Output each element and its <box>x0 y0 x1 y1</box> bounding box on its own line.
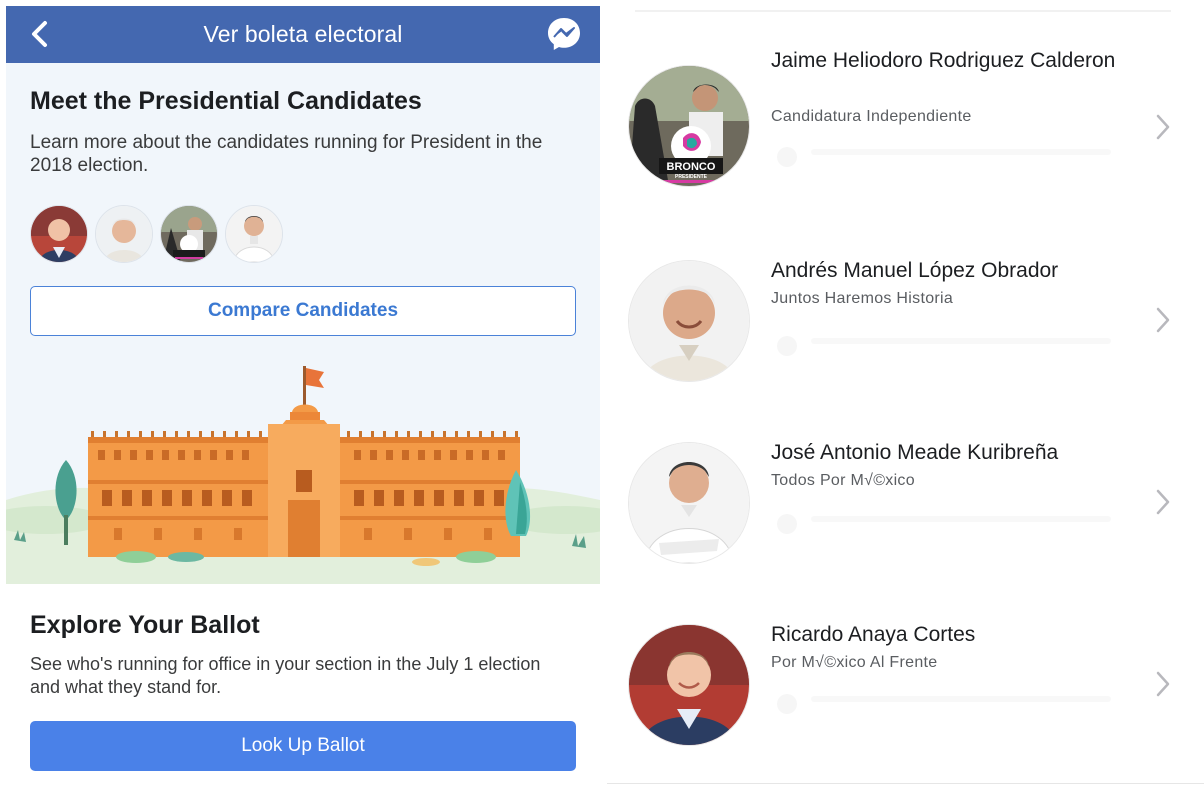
avatar[interactable] <box>160 205 218 263</box>
meet-candidates-card: Meet the Presidential Candidates Learn m… <box>6 63 600 584</box>
candidate-party: Candidatura Independiente <box>771 108 972 125</box>
candidate-avatar-row <box>30 205 283 263</box>
candidate-name: Andrés Manuel López Obrador <box>771 259 1059 282</box>
candidate-photo <box>628 260 750 382</box>
blurred-info-row <box>777 514 1111 534</box>
chevron-right-icon[interactable] <box>1155 306 1171 334</box>
blurred-info-row <box>777 694 1111 714</box>
bronco-logo-subtext: PRESIDENTE <box>675 174 708 180</box>
candidate-row[interactable]: BRONCO PRESIDENTE Jaime Heliodoro Rodrig… <box>607 45 1204 215</box>
candidate-row[interactable]: Andrés Manuel López Obrador Juntos Harem… <box>607 248 1204 418</box>
top-navigation-bar: Ver boleta electoral <box>6 6 600 63</box>
meet-candidates-description: Learn more about the candidates running … <box>30 132 543 176</box>
avatar[interactable] <box>225 205 283 263</box>
page-title: Ver boleta electoral <box>203 21 403 47</box>
candidate-row[interactable]: Ricardo Anaya Cortes Por M√©xico Al Fren… <box>607 612 1204 782</box>
candidate-photo <box>628 624 750 746</box>
candidate-list-panel: BRONCO PRESIDENTE Jaime Heliodoro Rodrig… <box>607 0 1204 793</box>
compare-candidates-button[interactable]: Compare Candidates <box>30 286 576 336</box>
candidate-party: Todos Por M√©xico <box>771 472 915 489</box>
bottom-divider <box>607 783 1204 784</box>
candidate-row[interactable]: José Antonio Meade Kuribreña Todos Por M… <box>607 430 1204 600</box>
avatar[interactable] <box>30 205 88 263</box>
candidate-name: José Antonio Meade Kuribreña <box>771 441 1059 464</box>
candidate-photo: BRONCO PRESIDENTE <box>628 65 750 187</box>
candidate-name: Ricardo Anaya Cortes <box>771 623 976 646</box>
meet-candidates-title: Meet the Presidential Candidates <box>30 87 422 115</box>
top-divider <box>635 10 1171 12</box>
avatar[interactable] <box>95 205 153 263</box>
look-up-ballot-button[interactable]: Look Up Ballot <box>30 721 576 771</box>
blurred-info-row <box>777 147 1111 167</box>
explore-ballot-title: Explore Your Ballot <box>30 611 260 639</box>
chevron-right-icon[interactable] <box>1155 488 1171 516</box>
explore-ballot-description: See who's running for office in your sec… <box>30 654 541 697</box>
bronco-logo-text: BRONCO <box>667 161 716 173</box>
candidate-photo <box>628 442 750 564</box>
chevron-right-icon[interactable] <box>1155 113 1171 141</box>
candidate-party: Por M√©xico Al Frente <box>771 654 938 671</box>
ballot-panel: Ver boleta electoral Meet the Presidenti… <box>6 6 600 793</box>
candidate-name: Jaime Heliodoro Rodriguez Calderon <box>771 49 1116 72</box>
messenger-icon[interactable] <box>546 16 582 52</box>
chevron-left-icon[interactable] <box>28 19 52 49</box>
candidate-party: Juntos Haremos Historia <box>771 290 954 307</box>
palacio-nacional-illustration <box>6 366 600 584</box>
blurred-info-row <box>777 336 1111 356</box>
chevron-right-icon[interactable] <box>1155 670 1171 698</box>
